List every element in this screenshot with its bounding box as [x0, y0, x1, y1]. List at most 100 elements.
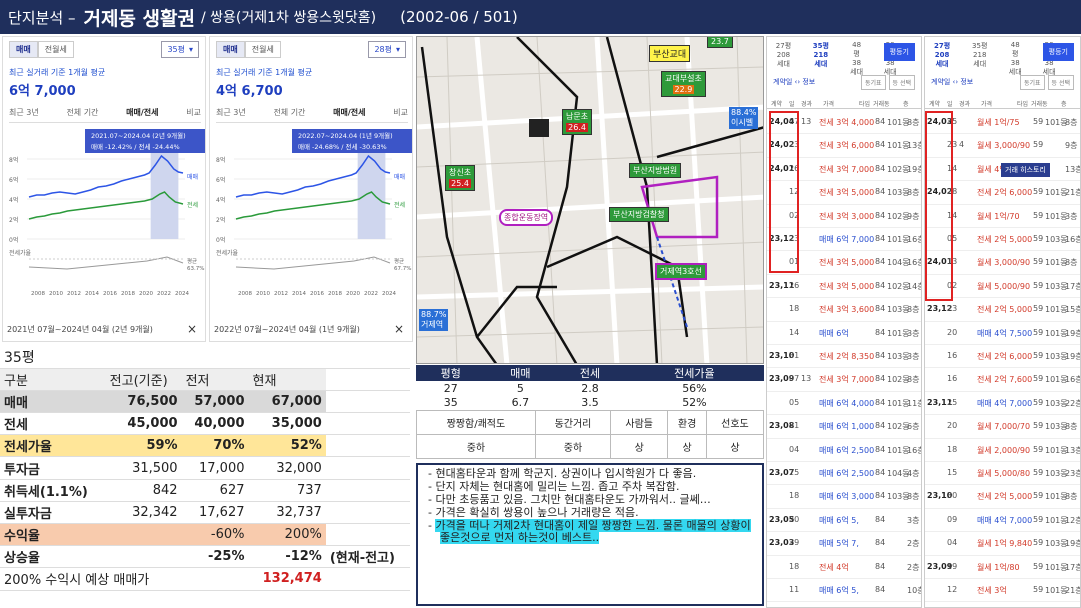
row-cell: 05 — [789, 397, 800, 407]
table-cell: 32,737 — [248, 501, 326, 525]
table-row[interactable]: 20 매매 4억 7,500 59 101동 19층 — [925, 322, 1080, 345]
highlight-box — [925, 111, 953, 301]
size-tab[interactable]: 27평 208세대 — [775, 41, 802, 77]
rate-value: 88.7% — [421, 310, 447, 319]
table-row[interactable]: 23,11 25 매매 4억 7,000 59 103동 22층 — [925, 392, 1080, 416]
tab-sale[interactable]: 매매 — [9, 41, 38, 58]
table-row[interactable]: 20 월세 7,000/70 59 103동 8층 — [925, 415, 1080, 439]
row-cell: 2층 — [907, 562, 920, 572]
table-note — [325, 456, 410, 480]
table-row[interactable]: 04매매 6억 2,50084101동16층 — [767, 439, 921, 462]
area-map[interactable]: 부산교대 23.7 교대부설초 22.9 남문초 26.4 창신초 25.4 부산지방… — [416, 36, 764, 364]
range-tab[interactable]: 비교 — [393, 107, 408, 118]
filter-button[interactable]: 동기표 — [1019, 75, 1045, 90]
column-label: 경과 — [801, 101, 813, 108]
mid-cell: 27 — [443, 381, 458, 395]
table-row[interactable]: 18 매매 6억 3,000 84 103동 8층 — [767, 485, 921, 509]
table-cell: 627 — [181, 479, 249, 502]
size-tab[interactable]: 35평 218세대 — [812, 41, 840, 77]
range-tab[interactable]: 매매/전세 — [333, 107, 365, 118]
filter-button[interactable]: 등 선택 — [1047, 75, 1074, 90]
row-cell: 전세 3억 7,000 — [819, 164, 875, 174]
size-tab[interactable]: 35평 218세대 — [971, 41, 998, 77]
table-row[interactable]: 23,10 30 전세 2억 5,000 59 101동 8층 — [925, 485, 1080, 509]
table-row[interactable]: 18 전세 3억 3,600 84 103동 8층 — [767, 298, 921, 322]
table-row[interactable]: 16 전세 2억 6,000 59 103동 19층 — [925, 345, 1080, 369]
transactions-35[interactable]: 27평208세대35평218세대48평38세대50평38세대평등기계약일 ‹› … — [766, 36, 922, 608]
filter-button[interactable]: 동기표 — [860, 75, 886, 90]
header-prefix: 단지분석 – — [8, 8, 76, 27]
table-cell: 842 — [105, 479, 182, 502]
chevron-down-icon: ▾ — [188, 45, 193, 54]
x-tick-label: 2016 — [103, 291, 117, 297]
row-cell: 59 — [1033, 327, 1044, 337]
legend-average: 평균 — [187, 258, 197, 265]
table-row[interactable]: 23,08 21 매매 6억 1,000 84 102동 6층 — [767, 415, 921, 439]
size-tab[interactable]: 48평 38세대 — [1008, 41, 1032, 77]
filter-buttons: 동기표 등 선택 — [858, 75, 915, 90]
row-cell: 26 — [789, 280, 800, 290]
tab-rent[interactable]: 전월세 — [244, 41, 281, 58]
table-row[interactable]: 23,05 20 매매 6억 5, 84 3층 — [767, 509, 921, 533]
filter-button[interactable]: 등 선택 — [888, 75, 915, 90]
table-row[interactable]: 05매매 6억 4,00084101동11층 — [767, 392, 921, 416]
table-row[interactable]: 23,09 19 월세 1억/80 59 101동 17층 — [925, 556, 1080, 579]
range-tab[interactable]: 비교 — [186, 107, 201, 118]
table-row[interactable]: 18 전세 4억 84 2층 — [767, 556, 921, 579]
row-cell: 04 — [947, 538, 958, 548]
criteria-value: 상 — [705, 434, 765, 459]
size-select[interactable]: 35평 ▾ — [161, 41, 199, 58]
table-row[interactable]: 04 월세 1억 9,840 59 103동 19층 — [925, 532, 1081, 556]
contract-sort[interactable]: 계약일 ‹› 정보 — [773, 77, 815, 87]
map-rate-box-2: 88.7% 거제역 — [419, 309, 449, 331]
row-cell: 29 — [789, 538, 800, 548]
legend-rent: 전세 — [187, 201, 198, 209]
map-label-geoje-station[interactable]: 거제역3호선 — [655, 263, 707, 280]
table-row[interactable]: 18 월세 2,000/90 59 101동 13층 — [925, 439, 1080, 462]
table-row[interactable]: 23,10 31 전세 2억 8,350 84 103동 3층 — [767, 345, 921, 369]
table-row[interactable]: 14 매매 6억 84 101동 3층 — [767, 322, 921, 345]
table-row[interactable]: 16 전세 2억 7,600 59 101동 16층 — [925, 368, 1080, 392]
table-row[interactable]: 11 매매 6억 5, 84 10층 — [767, 579, 921, 603]
table-row[interactable]: 15 월세 5,000/80 59 103동 23층 — [925, 462, 1080, 486]
row-cell: 59 — [1033, 210, 1044, 220]
table-row[interactable]: 23,07 25 매매 6억 2,500 84 104동 4층 — [767, 462, 921, 486]
row-cell: 10층 — [907, 586, 921, 595]
transactions-27[interactable]: 27평208세대35평218세대48평38세대50평38세대평등기계약일 ‹› … — [924, 36, 1081, 608]
tab-sale[interactable]: 매매 — [216, 41, 245, 58]
close-icon[interactable]: × — [394, 322, 404, 336]
range-tab[interactable]: 매매/전세 — [126, 107, 158, 118]
tab-rent[interactable]: 전월세 — [37, 41, 74, 58]
row-cell: 전세 3억 7,000 — [819, 375, 875, 385]
range-tab[interactable]: 최근 3년 — [9, 107, 39, 118]
register-button[interactable]: 평등기 — [883, 43, 915, 61]
table-row[interactable]: 23,09 07 13 전세 3억 7,000 84 102동 8층 — [767, 368, 921, 392]
row-cell: 19층 — [1065, 539, 1081, 549]
map-label-stadium-station[interactable]: 종합운동장역 — [499, 209, 554, 226]
range-tab[interactable]: 최근 3년 — [216, 107, 246, 118]
table-row[interactable]: 23,12 23 전세 2억 5,000 59 101동 15층 — [925, 298, 1080, 322]
contract-sort[interactable]: 계약일 ‹› 정보 — [931, 77, 973, 87]
table-row[interactable]: 23,1126전세 3억 5,00084102동14층 — [767, 275, 921, 299]
table-header: 전저 — [181, 368, 249, 391]
row-cell: 07 — [789, 374, 800, 384]
size-tab[interactable]: 27평 208세대 — [933, 41, 961, 77]
range-tab[interactable]: 전체 기간 — [66, 107, 98, 118]
table-row[interactable]: 23,03 29 매매 5억 7, 84 2층 — [767, 532, 921, 556]
row-cell: 전세 2억 5,000 — [977, 305, 1033, 315]
close-icon[interactable]: × — [187, 322, 197, 336]
column-label: 층 — [903, 101, 909, 108]
row-cell: 매매 4억 7,000 — [977, 515, 1033, 525]
size-select[interactable]: 28평 ▾ — [368, 41, 406, 58]
table-row[interactable]: 09 매매 4억 7,000 59 101동 12층 — [925, 509, 1080, 533]
register-button[interactable]: 평등기 — [1042, 43, 1074, 61]
range-tab[interactable]: 전체 기간 — [273, 107, 305, 118]
row-cell: 19층 — [1065, 328, 1081, 338]
row-cell: 11 — [789, 585, 800, 594]
size-tab[interactable]: 48평 38세대 — [850, 41, 874, 77]
table-row[interactable]: 12 전세 3억 59 101동 21층 — [925, 579, 1080, 603]
row-cell: 16 — [947, 374, 958, 384]
price-subtitle: 최근 실거래 기준 1개월 평균 — [9, 68, 106, 77]
row-cell: 09 — [947, 514, 958, 524]
note-item: - 가격은 확실히 쌍용이 높으나 거래량은 적음. — [428, 507, 756, 519]
